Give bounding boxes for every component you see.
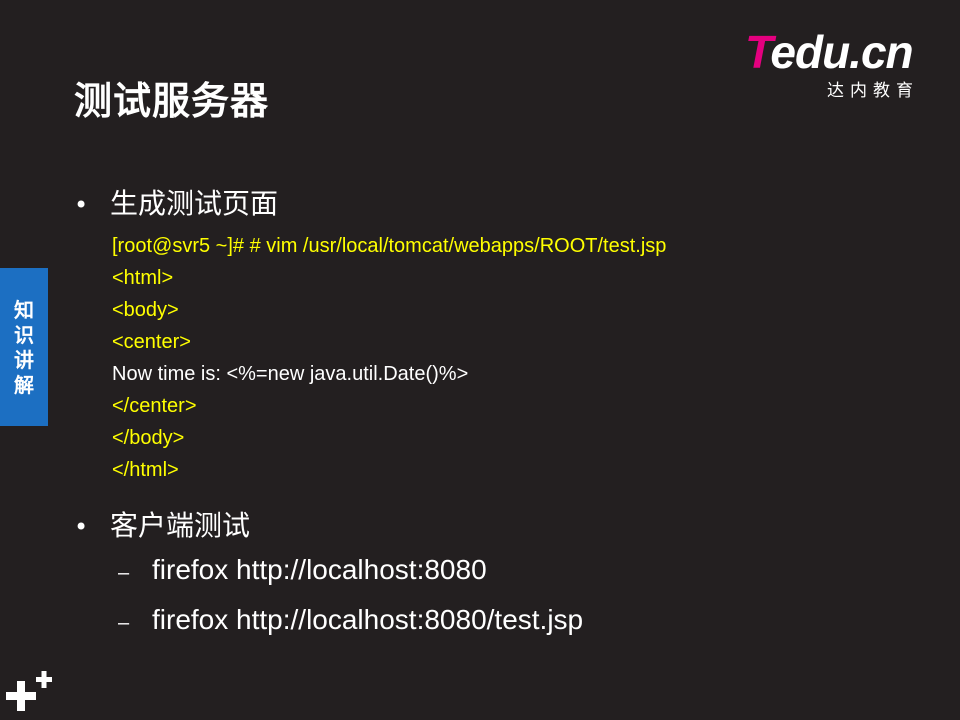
side-tab-knowledge: 知识讲解 [0, 268, 48, 426]
code-line: Now time is: <%=new java.util.Date()%> [112, 363, 469, 385]
bullet-label: 生成测试页面 [110, 187, 279, 220]
dash-bullet: – [118, 562, 130, 584]
slide-title: 测试服务器 [74, 79, 270, 123]
code-line: </center> [112, 395, 197, 417]
code-line: </body> [112, 427, 185, 449]
logo-rest: edu.cn [770, 26, 913, 78]
side-tab-label: 知识讲解 [14, 298, 34, 397]
sub-item: – firefox http://localhost:8080 [118, 554, 487, 586]
code-line: <html> [112, 267, 174, 289]
sub-item-text: firefox http://localhost:8080/test.jsp [152, 604, 584, 635]
bullet-generate-page: • 生成测试页面 [74, 182, 278, 222]
bullet-label: 客户端测试 [110, 509, 251, 542]
code-line: <body> [112, 299, 179, 321]
code-block: [root@svr5 ~]# # vim /usr/local/tomcat/w… [112, 230, 666, 486]
slide: 测试服务器 Tedu.cn 达内教育 知识讲解 • 生成测试页面 [root@sv… [0, 0, 960, 720]
tedu-logo: Tedu.cn 达内教育 [745, 26, 935, 101]
code-line: </html> [112, 459, 179, 481]
logo-subtitle: 达内教育 [827, 81, 919, 101]
code-line: [root@svr5 ~]# # vim /usr/local/tomcat/w… [112, 235, 667, 257]
sub-item-text: firefox http://localhost:8080 [152, 554, 487, 585]
logo-t: T [745, 26, 771, 78]
sub-item: – firefox http://localhost:8080/test.jsp [118, 604, 583, 636]
code-line: <center> [112, 331, 191, 353]
bullet-dot: • [74, 513, 89, 541]
logo-wordmark: Tedu.cn [745, 26, 914, 78]
bullet-client-test: • 客户端测试 [74, 504, 250, 544]
bullet-dot: • [74, 191, 89, 219]
dash-bullet: – [118, 612, 130, 634]
plus-decoration-icon [6, 671, 52, 711]
